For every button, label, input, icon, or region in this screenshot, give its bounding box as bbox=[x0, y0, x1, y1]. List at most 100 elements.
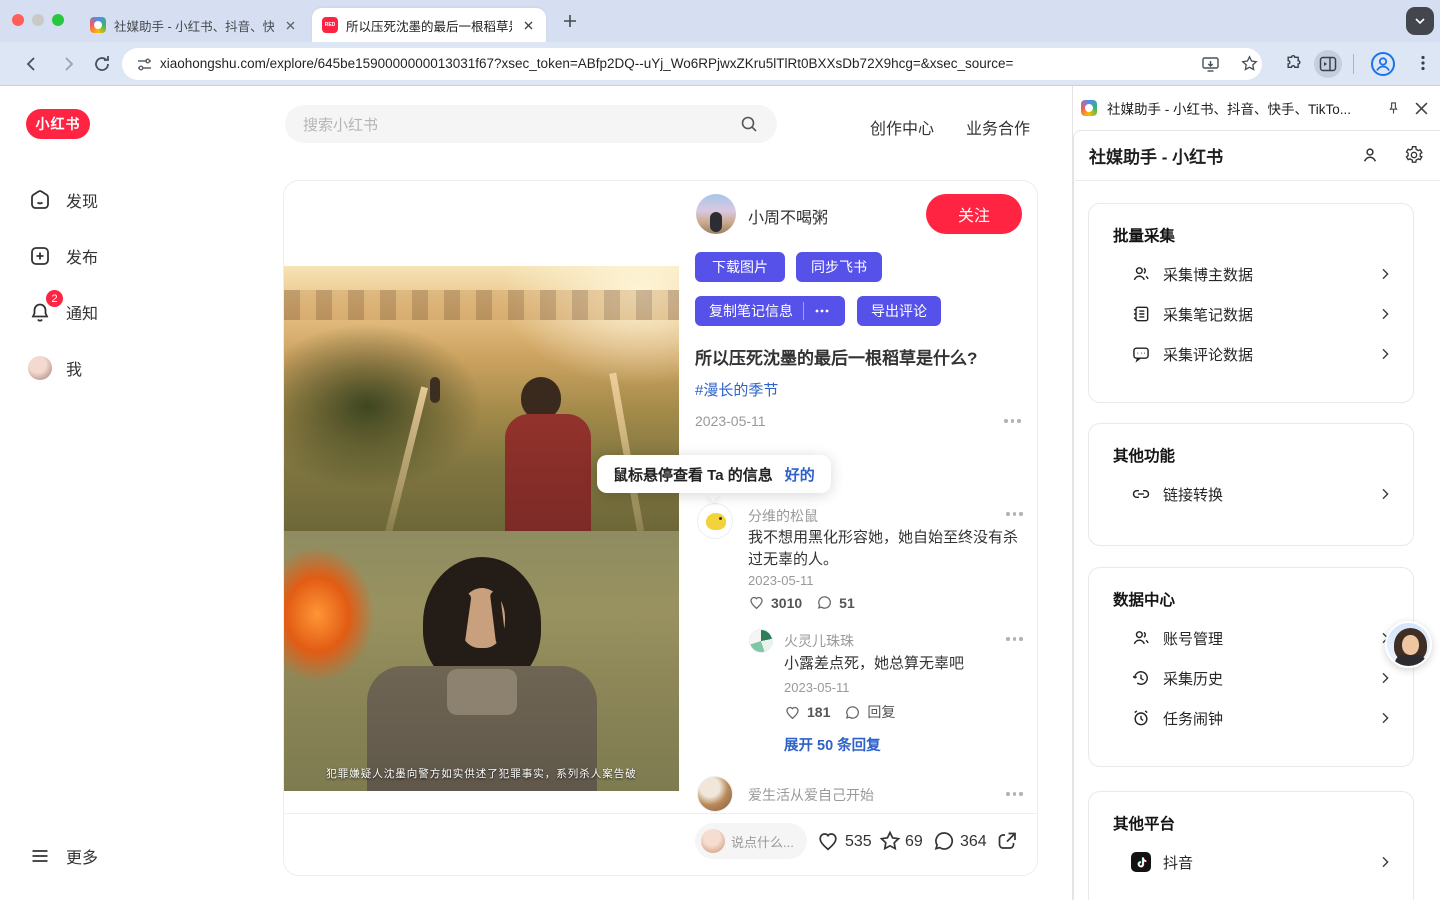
commenter-name[interactable]: 分维的松鼠 bbox=[748, 506, 818, 526]
avatar-face bbox=[1402, 635, 1419, 655]
panel-item-task-alarm[interactable]: 任务闹钟 bbox=[1113, 698, 1393, 738]
tab-close-icon[interactable] bbox=[282, 17, 298, 33]
sidebar-item-publish[interactable]: 发布 bbox=[22, 236, 202, 276]
note-image-column: 犯罪嫌疑人沈墨向警方如实供述了犯罪事实，系列杀人案告破 bbox=[284, 266, 679, 791]
export-comments-button[interactable]: 导出评论 bbox=[857, 296, 941, 326]
reply-bubble-icon[interactable] bbox=[844, 704, 861, 721]
chevron-right-icon bbox=[1377, 306, 1393, 322]
hover-tooltip: 鼠标悬停查看 Ta 的信息 好的 bbox=[597, 455, 831, 493]
new-tab-button[interactable] bbox=[562, 13, 578, 29]
expand-replies-link[interactable]: 展开 50 条回复 bbox=[784, 734, 881, 755]
panel-item-collect-comments[interactable]: 采集评论数据 bbox=[1113, 334, 1393, 374]
panel-item-label: 采集历史 bbox=[1163, 670, 1224, 688]
profile-avatar[interactable] bbox=[1370, 51, 1396, 77]
more-copy-options-icon[interactable] bbox=[804, 309, 839, 313]
panel-item-label: 采集笔记数据 bbox=[1163, 306, 1254, 324]
commenter-avatar[interactable] bbox=[697, 503, 733, 539]
tab-close-icon[interactable] bbox=[520, 17, 536, 33]
extension-logo-icon bbox=[1081, 100, 1097, 116]
post-image-field[interactable]: 犯罪嫌疑人沈墨向警方如实供述了犯罪事实，系列杀人案告破 bbox=[284, 531, 679, 791]
sync-feishu-button[interactable]: 同步飞书 bbox=[796, 252, 882, 282]
commenter-avatar[interactable] bbox=[697, 776, 733, 812]
assistant-floating-avatar[interactable] bbox=[1385, 621, 1432, 668]
reply-name[interactable]: 火灵儿珠珠 bbox=[784, 631, 854, 651]
sidebar-item-more[interactable]: 更多 bbox=[22, 836, 202, 876]
back-button[interactable] bbox=[22, 54, 42, 74]
figure-red-jacket bbox=[505, 414, 592, 531]
note-hashtag[interactable]: #漫长的季节 bbox=[695, 379, 778, 400]
pin-icon[interactable] bbox=[1386, 101, 1401, 116]
sidebar-item-discover[interactable]: 发现 bbox=[22, 180, 202, 220]
copy-note-info-label[interactable]: 复制笔记信息 bbox=[695, 301, 803, 321]
history-icon bbox=[1131, 668, 1151, 688]
card-heading: 数据中心 bbox=[1113, 592, 1176, 609]
bird-avatar-art bbox=[706, 513, 726, 530]
comment-input[interactable]: 说点什么... bbox=[695, 823, 807, 859]
forward-button[interactable] bbox=[58, 54, 78, 74]
reply-text: 小露差点死，她总算无辜吧 bbox=[784, 655, 965, 672]
sidebar-item-label: 发现 bbox=[66, 194, 99, 211]
commenter-name[interactable]: 爱生活从爱自己开始 bbox=[748, 785, 874, 805]
reload-button[interactable] bbox=[92, 54, 112, 74]
share-icon[interactable] bbox=[995, 829, 1019, 853]
search-icon[interactable] bbox=[739, 114, 759, 134]
comment-date: 2023-05-11 bbox=[748, 573, 814, 588]
xiaohongshu-logo[interactable]: 小红书 bbox=[26, 109, 90, 139]
download-images-button[interactable]: 下载图片 bbox=[695, 252, 785, 282]
bushes bbox=[284, 324, 482, 489]
business-link[interactable]: 业务合作 bbox=[966, 115, 1030, 139]
users-icon bbox=[1131, 264, 1151, 284]
follow-button[interactable]: 关注 bbox=[926, 194, 1022, 234]
chevron-right-icon bbox=[1377, 266, 1393, 282]
author-name[interactable]: 小周不喝粥 bbox=[748, 204, 828, 228]
search-placeholder: 搜索小红书 bbox=[303, 116, 379, 134]
collect-star-icon[interactable] bbox=[878, 829, 902, 853]
traffic-zoom-button[interactable] bbox=[52, 14, 64, 26]
tooltip-ok-button[interactable]: 好的 bbox=[785, 464, 815, 485]
close-panel-icon[interactable] bbox=[1415, 102, 1428, 115]
bridge-band bbox=[284, 290, 679, 320]
creator-center-link[interactable]: 创作中心 bbox=[870, 115, 934, 139]
panel-item-collect-notes[interactable]: 采集笔记数据 bbox=[1113, 294, 1393, 334]
heart-icon[interactable] bbox=[748, 594, 765, 611]
bookmark-star-icon[interactable] bbox=[1240, 54, 1259, 73]
panel-title-bar: 社媒助手 - 小红书 bbox=[1073, 130, 1440, 181]
panel-item-collect-history[interactable]: 采集历史 bbox=[1113, 658, 1393, 698]
comment-more-icon[interactable] bbox=[1006, 792, 1023, 796]
tab-assistant[interactable]: 社媒助手 - 小红书、抖音、快手 bbox=[80, 8, 308, 42]
reply-action-label[interactable]: 回复 bbox=[867, 702, 895, 722]
sidebar-item-me[interactable]: 我 bbox=[22, 348, 202, 388]
reply-bubble-icon[interactable] bbox=[816, 594, 833, 611]
like-icon[interactable] bbox=[816, 829, 840, 853]
note-more-icon[interactable] bbox=[1004, 419, 1021, 423]
extensions-icon[interactable] bbox=[1284, 54, 1304, 74]
reply-avatar[interactable] bbox=[749, 629, 773, 653]
figure-collar bbox=[446, 668, 517, 715]
reply-like-count: 181 bbox=[807, 704, 831, 720]
tab-note-active[interactable]: RED 所以压死沈墨的最后一根稻草是 bbox=[312, 8, 546, 42]
comment-more-icon[interactable] bbox=[1006, 512, 1023, 516]
panel-item-douyin[interactable]: 抖音 bbox=[1113, 842, 1393, 882]
author-avatar[interactable] bbox=[696, 194, 736, 234]
heart-icon[interactable] bbox=[784, 704, 801, 721]
sun-glow bbox=[501, 266, 679, 386]
traffic-minimize-button[interactable] bbox=[32, 14, 44, 26]
card-heading: 其他功能 bbox=[1113, 448, 1176, 465]
copy-note-info-button[interactable]: 复制笔记信息 bbox=[695, 296, 845, 326]
comments-icon[interactable] bbox=[932, 829, 956, 853]
panel-item-link-convert[interactable]: 链接转换 bbox=[1113, 474, 1393, 514]
site-settings-icon[interactable] bbox=[136, 56, 153, 73]
panel-item-collect-blogger[interactable]: 采集博主数据 bbox=[1113, 254, 1393, 294]
traffic-close-button[interactable] bbox=[12, 14, 24, 26]
gear-icon[interactable] bbox=[1404, 145, 1424, 165]
panel-card-data-center: 数据中心 账号管理 采集历史 任务闹钟 bbox=[1088, 567, 1414, 767]
panel-item-account-manage[interactable]: 账号管理 bbox=[1113, 618, 1393, 658]
comment-more-icon[interactable] bbox=[1006, 637, 1023, 641]
account-icon[interactable] bbox=[1360, 145, 1380, 165]
alarm-clock-icon bbox=[1131, 708, 1151, 728]
tab-search-button[interactable] bbox=[1406, 7, 1434, 35]
send-to-device-icon[interactable] bbox=[1201, 55, 1220, 74]
search-input[interactable]: 搜索小红书 bbox=[285, 105, 777, 143]
browser-menu-icon[interactable] bbox=[1414, 54, 1432, 72]
screen: { "colors": { "accent_purple": "#5652e9"… bbox=[0, 0, 1440, 900]
